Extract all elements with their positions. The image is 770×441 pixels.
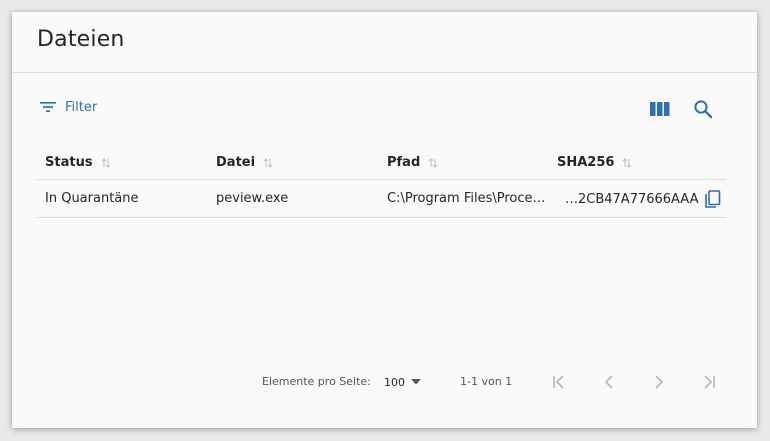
cell-status: In Quarantäne [45,191,139,206]
search-icon [694,100,713,119]
next-page-button[interactable] [647,370,671,394]
card-header: Dateien [12,12,757,73]
previous-page-button[interactable] [597,370,621,394]
table-header-row: Status Datei Pfad SHA256 [37,148,726,180]
files-card: Dateien Filter Status Datei Pfad SHA256 … [12,12,757,428]
paginator: Elemente pro Seite: 100 1-1 von 1 [12,367,757,397]
page-title: Dateien [37,27,125,52]
copy-icon [705,189,721,208]
view-columns-icon [650,102,670,116]
chevron-right-icon [655,375,664,389]
table-row[interactable]: In Quarantäne peview.exe C:\Program File… [37,180,726,218]
sha256-value: …2CB47A77666AAA [565,191,699,207]
sort-icon [263,157,273,168]
sort-icon [428,157,438,168]
column-header-pfad[interactable]: Pfad [387,155,547,170]
sort-icon [101,157,110,168]
column-header-sha256[interactable]: SHA256 [557,155,632,170]
page-size-select[interactable]: 100 [384,372,426,392]
column-header-label: Pfad [387,155,421,170]
page-size-value: 100 [384,375,405,389]
first-page-button[interactable] [547,370,571,394]
cell-sha256: …2CB47A77666AAA [565,188,724,210]
column-header-status[interactable]: Status [45,155,111,170]
column-header-datei[interactable]: Datei [216,155,273,170]
copy-button[interactable] [702,188,724,210]
filter-icon [40,102,56,112]
cell-datei: peview.exe [216,191,289,206]
view-columns-button[interactable] [648,97,672,121]
sort-icon [623,157,632,168]
files-table: Status Datei Pfad SHA256 In Quarantäne p… [37,148,726,218]
first-page-icon [553,375,564,389]
last-page-button[interactable] [697,370,721,394]
items-per-page-label: Elemente pro Seite: [262,375,371,388]
range-label: 1-1 von 1 [460,375,513,388]
caret-down-icon [411,379,421,385]
filter-button[interactable]: Filter [40,96,97,118]
column-header-label: SHA256 [557,155,615,170]
filter-label: Filter [65,99,98,115]
column-header-label: Status [45,155,93,170]
column-header-label: Datei [216,155,256,170]
search-button[interactable] [691,97,715,121]
last-page-icon [704,375,715,389]
chevron-left-icon [604,375,613,389]
cell-pfad: C:\Program Files\Process Explorer\peview… [387,191,547,206]
